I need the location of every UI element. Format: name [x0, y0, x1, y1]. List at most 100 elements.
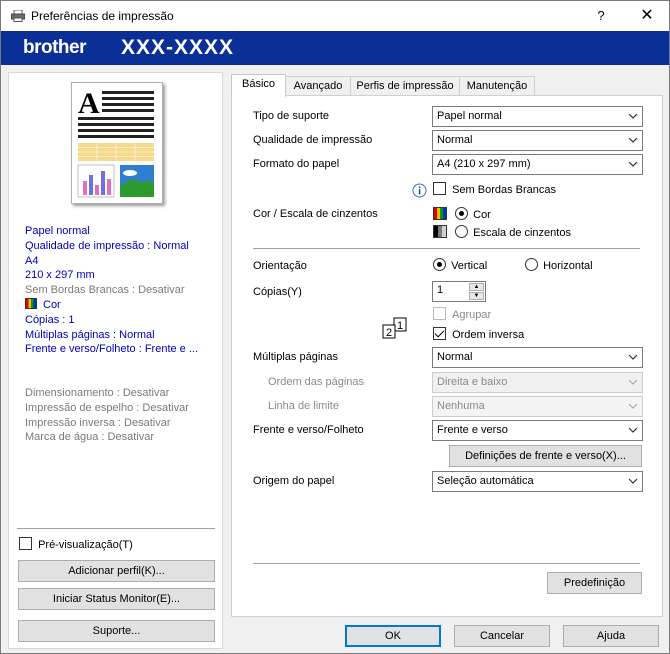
summary-quality: Qualidade de impressão : Normal	[25, 239, 189, 252]
color-radio[interactable]	[455, 207, 469, 220]
close-button[interactable]: ✕	[625, 1, 669, 31]
preview-toggle[interactable]: Pré-visualização(T)	[19, 537, 133, 551]
portrait-option[interactable]: Vertical	[433, 258, 487, 272]
summary-paper: A4	[25, 254, 39, 267]
duplex-value: Frente e verso	[437, 424, 508, 436]
default-settings-button[interactable]: Predefinição	[547, 572, 642, 594]
chevron-down-icon	[628, 379, 638, 385]
page-order-icon: 1 2	[382, 317, 407, 339]
border-line-select[interactable]: Nenhuma	[432, 396, 643, 417]
help-button[interactable]: Ajuda	[563, 625, 659, 647]
media-type-select[interactable]: Papel normal	[432, 106, 643, 127]
copies-arrows[interactable]: ▲ ▼	[469, 283, 484, 300]
inactive-summary: Dimensionamento : Desativar Impressão de…	[25, 386, 189, 445]
grayscale-radio[interactable]	[455, 225, 469, 238]
paper-source-value: Seleção automática	[437, 475, 534, 487]
preview-checkbox[interactable]	[19, 537, 32, 550]
tab-advanced[interactable]: Avançado	[285, 76, 351, 96]
chevron-down-icon	[628, 403, 638, 409]
quality-select[interactable]: Normal	[432, 130, 643, 151]
status-monitor-button[interactable]: Iniciar Status Monitor(E)...	[18, 588, 215, 610]
borderless-checkbox[interactable]	[433, 182, 446, 195]
spin-down-icon[interactable]: ▼	[469, 292, 484, 300]
print-preferences-window: Preferências de impressão ? ✕ brother XX…	[0, 0, 670, 654]
copies-spinner[interactable]: 1 ▲ ▼	[432, 281, 486, 302]
page-order-value: Direita e baixo	[437, 376, 508, 388]
paper-size-label: Formato do papel	[253, 158, 340, 170]
svg-text:2: 2	[386, 327, 392, 339]
spin-up-icon[interactable]: ▲	[469, 283, 484, 291]
copies-value: 1	[437, 284, 444, 296]
color-radio-label: Cor	[473, 209, 491, 221]
summary-watermark: Marca de água : Desativar	[25, 431, 155, 444]
grayscale-icon	[433, 225, 447, 238]
summary-color: Cor	[25, 297, 198, 313]
portrait-radio[interactable]	[433, 258, 446, 271]
collate-checkbox[interactable]	[433, 307, 446, 320]
duplex-label: Frente e verso/Folheto	[253, 424, 364, 436]
svg-text:1: 1	[397, 320, 403, 332]
chevron-down-icon	[628, 478, 638, 484]
summary-dimensions: 210 x 297 mm	[25, 269, 95, 282]
multi-page-select[interactable]: Normal	[432, 347, 643, 368]
paper-size-select[interactable]: A4 (210 x 297 mm)	[432, 154, 643, 175]
preview-divider	[17, 528, 215, 529]
chevron-down-icon	[628, 137, 638, 143]
grayscale-option[interactable]: Escala de cinzentos	[433, 225, 571, 239]
printer-icon	[11, 10, 25, 22]
media-type-value: Papel normal	[437, 110, 502, 122]
color-icon	[433, 207, 447, 220]
summary-copies: Cópias : 1	[25, 313, 75, 326]
section-divider	[253, 248, 640, 249]
color-icon	[25, 297, 37, 309]
page-order-select[interactable]: Direita e baixo	[432, 372, 643, 393]
brand-logo: brother	[23, 37, 87, 58]
paper-source-select[interactable]: Seleção automática	[432, 471, 643, 492]
media-type-label: Tipo de suporte	[253, 110, 330, 122]
model-name: XXX-XXXX	[121, 36, 235, 59]
grayscale-radio-label: Escala de cinzentos	[473, 227, 571, 239]
summary-color-label: Cor	[43, 298, 61, 311]
tab-maintenance[interactable]: Manutenção	[459, 76, 535, 96]
portrait-label: Vertical	[451, 260, 488, 272]
borderless-option[interactable]: Sem Bordas Brancas	[433, 182, 556, 196]
svg-text:A: A	[78, 87, 100, 120]
preview-panel: A Papel normal Qualidade de impressão: …	[8, 72, 223, 649]
add-profile-button[interactable]: Adicionar perfil(K)...	[18, 560, 215, 582]
document-preview-icon: A	[77, 87, 154, 198]
summary-scaling: Dimensionamento : Desativar	[25, 387, 170, 399]
duplex-settings-button[interactable]: Definições de frente e verso(X)...	[449, 445, 642, 467]
cancel-button[interactable]: Cancelar	[454, 625, 550, 647]
paper-size-value: A4 (210 x 297 mm)	[437, 158, 531, 170]
tab-basic[interactable]: Básico	[231, 74, 286, 97]
landscape-radio[interactable]	[525, 258, 538, 271]
summary-reverse: Impressão inversa : Desativar	[25, 416, 171, 429]
reverse-order-option[interactable]: Ordem inversa	[433, 327, 524, 341]
collate-option: Agrupar	[433, 307, 491, 321]
orientation-label: Orientação	[253, 260, 307, 272]
ok-button[interactable]: OK	[345, 625, 441, 647]
landscape-option[interactable]: Horizontal	[525, 258, 593, 272]
border-line-label: Linha de limite	[268, 400, 339, 412]
tab-print-profiles[interactable]: Perfis de impressão	[350, 76, 460, 96]
page-order-label: Ordem das páginas	[268, 376, 364, 388]
chevron-down-icon	[628, 427, 638, 433]
basic-tab-panel: Tipo de suporte Papel normal Qualidade d…	[231, 95, 663, 617]
color-option[interactable]: Cor	[433, 207, 491, 221]
border-line-value: Nenhuma	[437, 400, 485, 412]
summary-media: Papel normal	[25, 225, 90, 237]
duplex-select[interactable]: Frente e verso	[432, 420, 643, 441]
reverse-order-label: Ordem inversa	[452, 329, 525, 341]
paper-source-label: Origem do papel	[253, 475, 335, 487]
chevron-down-icon	[628, 113, 638, 119]
multi-page-value: Normal	[437, 351, 473, 363]
summary-multipage: Múltiplas páginas : Normal	[25, 328, 155, 341]
landscape-label: Horizontal	[543, 260, 593, 272]
support-button[interactable]: Suporte...	[18, 620, 215, 642]
info-icon[interactable]	[412, 183, 427, 198]
chevron-down-icon	[628, 354, 638, 360]
quality-label: Qualidade de impressão	[253, 134, 373, 146]
reverse-order-checkbox[interactable]	[433, 327, 446, 340]
title-help-button[interactable]: ?	[583, 1, 619, 31]
window-title: Preferências de impressão	[31, 9, 174, 23]
